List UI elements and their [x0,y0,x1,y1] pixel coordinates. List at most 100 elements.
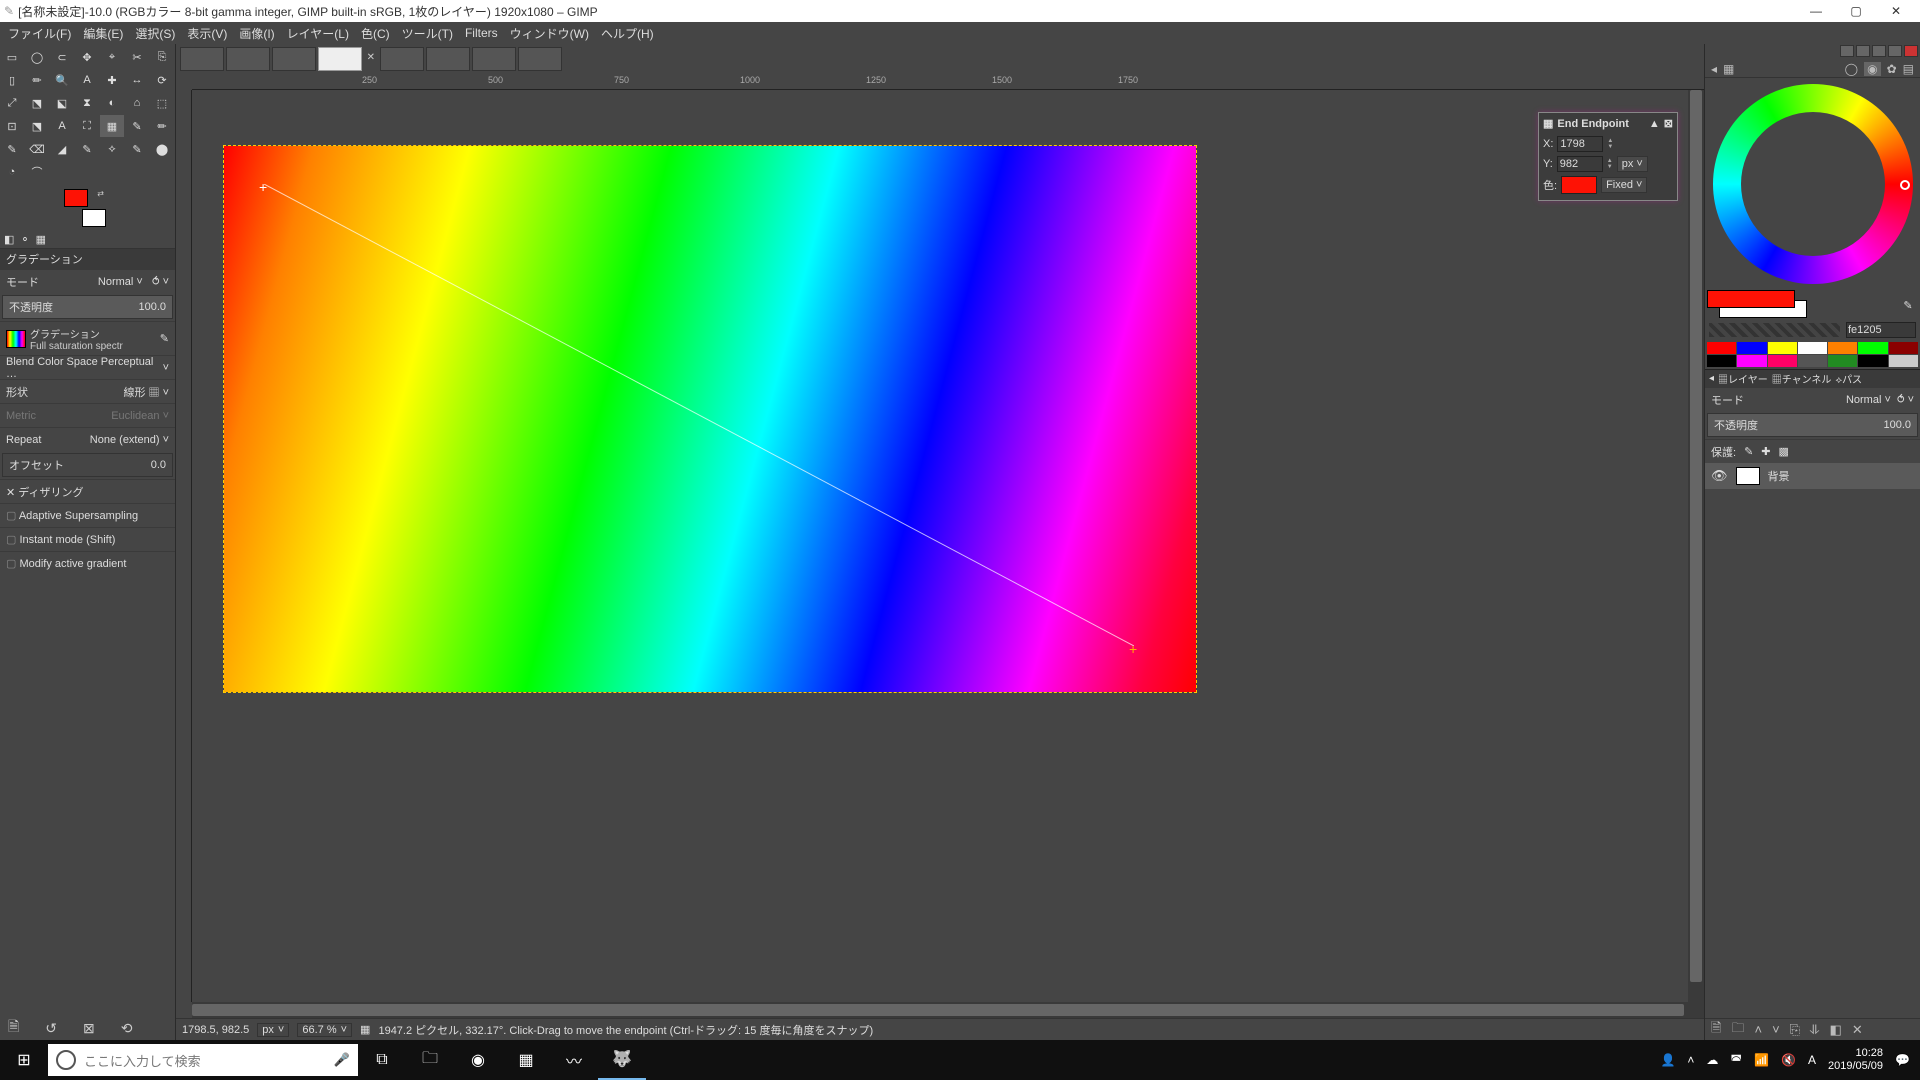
color-swatch[interactable] [1737,355,1766,367]
menu-item[interactable]: Filters [459,24,504,42]
tab-device-status-icon[interactable]: ⚬ [20,233,29,246]
foreground-color[interactable] [64,189,88,207]
repeat-row[interactable]: Repeat None (extend) ˅ [0,427,175,451]
tab-wheel-icon[interactable]: ◯ [1845,62,1858,76]
tool-button[interactable]: ⟳ [150,69,174,91]
tool-button[interactable]: 🔍 [50,69,74,91]
raise-layer-icon[interactable]: ˄ [1754,1022,1762,1037]
endpoint-panel[interactable]: ▦ End Endpoint ▲ ⊠ X: ▲▼ Y: ▲▼ [1538,112,1678,201]
menu-item[interactable]: レイヤー(L) [281,23,355,44]
dither-row[interactable]: ディザリング [0,479,175,503]
mode-row[interactable]: モード Normal ˅ ⥀ ˅ [0,269,175,293]
mini-tab[interactable] [1904,45,1918,57]
tab-brush-icon[interactable]: ▦ [1723,62,1734,76]
tab-palette-icon[interactable]: ✿ [1887,62,1897,76]
shape-row[interactable]: 形状 線形 ▦ ˅ [0,379,175,403]
hex-input[interactable] [1846,322,1916,338]
tool-button[interactable]: ⬚ [150,92,174,114]
mask-icon[interactable]: ◧ [1830,1022,1842,1038]
task-view-button[interactable]: ⧉ [358,1040,406,1080]
menu-item[interactable]: 選択(S) [129,23,181,44]
tool-button[interactable]: ◔ [0,161,24,183]
close-image-icon[interactable]: ✕ [367,52,375,63]
lock-alpha-icon[interactable]: ▩ [1779,445,1789,458]
canvas-viewport[interactable]: + + ▦ End Endpoint ▲ ⊠ X: ▲▼ [192,90,1688,1002]
unit-select[interactable]: px ˅ [257,1023,289,1037]
color-swatch[interactable] [1768,342,1797,354]
restore-preset-icon[interactable]: ↺ [45,1020,57,1037]
layer-row[interactable]: 👁 背景 [1705,463,1920,489]
color-picker-icon[interactable]: ✎ [1896,290,1920,320]
color-swatch[interactable] [1828,355,1857,367]
app-button[interactable]: 〰 [550,1040,598,1080]
mini-tab[interactable] [1888,45,1902,57]
visibility-icon[interactable]: 👁 [1711,468,1728,484]
endpoint-fixed-select[interactable]: Fixed ˅ [1601,177,1647,193]
merge-down-icon[interactable]: ⥥ [1810,1022,1819,1038]
endpoint-x-input[interactable] [1557,136,1603,152]
app-button[interactable]: ▦ [502,1040,550,1080]
image-tab[interactable] [272,47,316,71]
delete-preset-icon[interactable]: ⊠ [83,1020,95,1037]
minimize-button[interactable]: — [1796,4,1836,18]
color-swatch[interactable] [1737,342,1766,354]
image-tab[interactable] [472,47,516,71]
color-wheel[interactable] [1705,78,1920,290]
layer-mode-row[interactable]: モード Normal ˅ ⥀ ˅ [1705,387,1920,411]
tool-button[interactable]: ✥ [75,46,99,68]
tool-button[interactable]: ✂ [125,46,149,68]
ime-icon[interactable]: A [1808,1053,1816,1067]
tool-button[interactable]: ⎘ [150,46,174,68]
clock[interactable]: 10:28 2019/05/09 [1828,1047,1883,1073]
tab-watercolor-icon[interactable]: ▤ [1903,62,1914,76]
tool-button[interactable]: ▦ [100,115,124,137]
tool-button[interactable]: ⤢ [0,92,24,114]
gimp-button[interactable]: 🐺 [598,1040,646,1080]
tool-button[interactable]: ▯ [0,69,24,91]
mic-icon[interactable]: 🎤 [334,1052,350,1068]
canvas-image[interactable] [224,146,1196,692]
mini-tab[interactable] [1856,45,1870,57]
modify-row[interactable]: Modify active gradient [0,551,175,575]
notifications-icon[interactable]: 💬 [1895,1053,1910,1067]
endpoint-y-input[interactable] [1557,156,1603,172]
channels-tab[interactable]: ▦チャンネル [1772,371,1832,386]
image-tab-active[interactable]: ✕ [318,47,362,71]
layer-opacity-row[interactable]: 不透明度 100.0 [1707,413,1918,437]
tool-button[interactable]: ✏ [150,115,174,137]
offset-row[interactable]: オフセット 0.0 [2,453,173,477]
tool-button[interactable]: ⌂ [125,92,149,114]
save-preset-icon[interactable]: 🗎 [8,1016,19,1040]
lower-layer-icon[interactable]: ˅ [1772,1022,1780,1037]
onedrive-icon[interactable]: ☁ [1706,1053,1718,1067]
menu-item[interactable]: ツール(T) [396,23,459,44]
chrome-button[interactable]: ◉ [454,1040,502,1080]
color-swatch[interactable] [1858,355,1887,367]
tab-triangle-icon[interactable]: ◉ [1864,62,1880,76]
supersample-row[interactable]: Adaptive Supersampling [0,503,175,527]
layer-name[interactable]: 背景 [1768,468,1790,484]
tool-button[interactable]: ◐ [100,92,124,114]
fg-bg-colors[interactable]: ⇄ [64,189,106,227]
endpoint-unit-select[interactable]: px ˅ [1617,156,1648,172]
color-swatch[interactable] [1828,342,1857,354]
mini-tab[interactable] [1872,45,1886,57]
tool-button[interactable]: ⧗ [75,92,99,114]
tool-button[interactable]: ⌫ [25,138,49,160]
tool-button[interactable]: ⛶ [75,115,99,137]
menu-item[interactable]: 表示(V) [181,23,233,44]
endpoint-close-icon[interactable]: ⊠ [1664,117,1673,130]
image-tab[interactable] [518,47,562,71]
tray-chevron-icon[interactable]: ˄ [1687,1053,1694,1067]
tool-button[interactable]: ⬔ [25,92,49,114]
tool-button[interactable]: ✎ [0,138,24,160]
color-history[interactable] [1709,323,1840,337]
blend-space-row[interactable]: Blend Color Space Perceptual …˅ [0,355,175,379]
paths-tab[interactable]: ⟡パス [1835,371,1862,386]
image-tab[interactable] [226,47,270,71]
tool-button[interactable]: A [75,69,99,91]
color-swatch[interactable] [1858,342,1887,354]
gradient-edit-icon[interactable]: ✎ [160,332,169,345]
tool-button[interactable]: ✏ [25,69,49,91]
tool-button[interactable]: ⬔ [25,115,49,137]
